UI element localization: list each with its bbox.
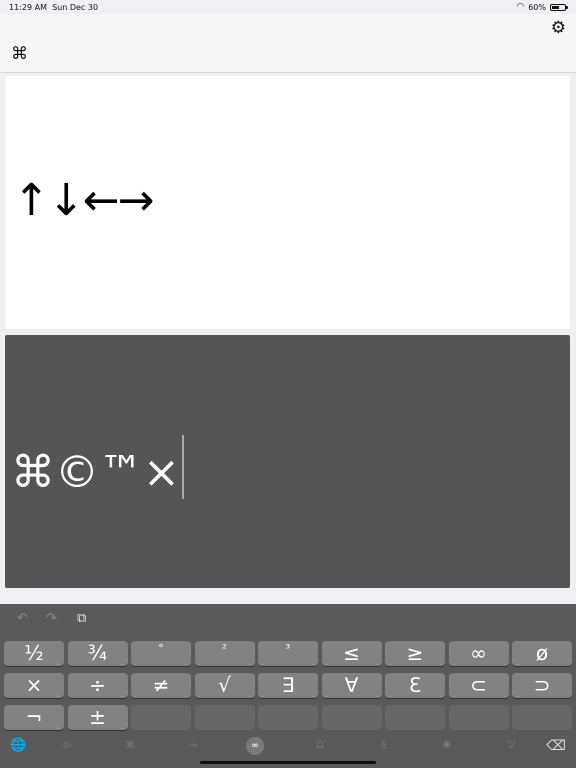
- symbol-key[interactable]: ²: [194, 641, 255, 666]
- status-right: ◠ 60%: [516, 2, 568, 12]
- keyboard-bottom-row: 🌐 ⊙ ⌘ → ∞ Ω § ✺ ツ ⌫: [0, 734, 576, 764]
- symbol-key[interactable]: ±: [67, 705, 128, 730]
- symbol-key[interactable]: ≥: [385, 641, 445, 666]
- symbol-key[interactable]: ∞: [448, 641, 509, 666]
- category-tab[interactable]: §: [374, 738, 394, 754]
- empty-key: [131, 705, 191, 730]
- symbol-key[interactable]: ×: [4, 673, 64, 698]
- category-tab[interactable]: ✺: [437, 738, 457, 754]
- battery-percent: 60%: [528, 2, 546, 12]
- empty-key: [258, 705, 318, 730]
- settings-gear-icon[interactable]: ⚙: [551, 20, 566, 37]
- preview-text: ↑↓←→: [13, 175, 154, 226]
- delete-icon[interactable]: ⌫: [546, 738, 566, 754]
- symbol-key[interactable]: ∀: [321, 673, 382, 698]
- empty-key: [448, 705, 509, 730]
- category-tab[interactable]: Ω: [310, 738, 330, 754]
- globe-icon[interactable]: 🌐: [10, 738, 26, 753]
- symbol-keyboard: ↶ ↷ ⧉ ½ ¾ ° ² ³ ≤ ≥ ∞ ø × ÷ ≠ √ ∃ ∀ ℇ ⊂ ⊃ ¬ ± 🌐 ⊙ ⌘ → ∞ Ω § ✺ ツ ⌫: [0, 604, 576, 768]
- category-tab[interactable]: ∞: [246, 737, 264, 755]
- category-tab[interactable]: →: [183, 738, 203, 754]
- wifi-icon: ◠: [516, 2, 525, 12]
- redo-icon[interactable]: ↷: [46, 612, 57, 625]
- category-tab[interactable]: ⊙: [57, 738, 77, 754]
- symbol-key[interactable]: ℇ: [385, 673, 445, 698]
- text-cursor: [181, 435, 184, 499]
- battery-icon: [550, 3, 568, 11]
- command-key-icon[interactable]: ⌘: [11, 46, 28, 63]
- empty-key: [321, 705, 382, 730]
- category-tab[interactable]: ツ: [501, 738, 521, 754]
- symbol-preview-panel: ↑↓←→: [5, 76, 570, 329]
- symbol-key[interactable]: ⊃: [512, 673, 572, 698]
- empty-key: [194, 705, 255, 730]
- symbol-key[interactable]: ³: [258, 641, 318, 666]
- navigation-bar: ⚙ ⌘: [0, 14, 576, 73]
- input-text[interactable]: ⌘©™×: [11, 435, 184, 499]
- home-indicator: [200, 761, 376, 764]
- status-time: 11:29 AM Sun Dec 30: [9, 3, 99, 12]
- symbol-key[interactable]: ≠: [131, 673, 191, 698]
- empty-key: [385, 705, 445, 730]
- symbol-key[interactable]: °: [131, 641, 191, 666]
- symbol-key[interactable]: ≤: [321, 641, 382, 666]
- symbol-key[interactable]: ÷: [67, 673, 128, 698]
- symbol-key[interactable]: √: [194, 673, 255, 698]
- copy-icon[interactable]: ⧉: [77, 612, 86, 625]
- text-input-area[interactable]: ⌘©™×: [5, 335, 570, 588]
- empty-key: [512, 705, 572, 730]
- keyboard-toolbar: ↶ ↷ ⧉: [0, 604, 576, 638]
- category-tab[interactable]: ⌘: [120, 738, 140, 754]
- symbol-key[interactable]: ½: [4, 641, 64, 666]
- undo-icon[interactable]: ↶: [17, 612, 28, 625]
- symbol-key[interactable]: ⊂: [448, 673, 509, 698]
- battery-level: [552, 5, 559, 9]
- symbol-key[interactable]: ∃: [258, 673, 318, 698]
- symbol-key[interactable]: ¬: [4, 705, 64, 730]
- status-bar: 11:29 AM Sun Dec 30 ◠ 60%: [0, 0, 576, 14]
- symbol-key[interactable]: ¾: [67, 641, 128, 666]
- symbol-key[interactable]: ø: [512, 641, 572, 666]
